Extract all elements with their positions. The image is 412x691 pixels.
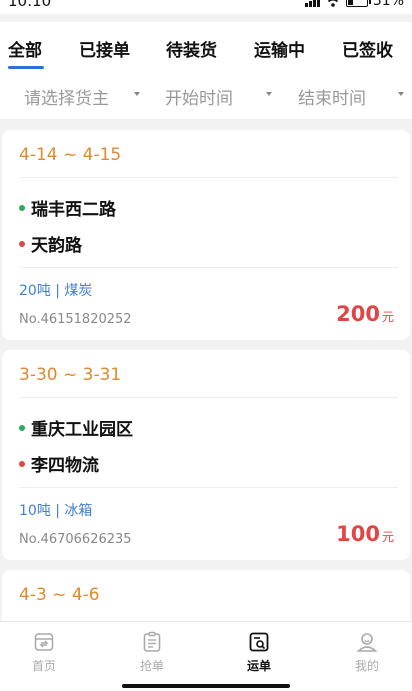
price-value: 100: [336, 522, 380, 546]
battery-icon: [345, 0, 371, 7]
origin-dot-icon: [19, 204, 25, 211]
nav-label: 运单: [246, 659, 271, 673]
price-unit: 元: [381, 310, 394, 324]
status-bar: 10:10 31%: [0, 0, 412, 14]
tab-accepted[interactable]: 已接单: [79, 36, 130, 61]
nav-profile[interactable]: 我的: [337, 630, 397, 674]
order-price: 100 元: [336, 522, 394, 546]
home-indicator: [122, 684, 290, 688]
battery-percent: 31%: [372, 0, 404, 9]
nav-label: 我的: [354, 659, 379, 673]
divider: [19, 267, 398, 268]
active-tab-indicator: [8, 66, 44, 69]
signal-icon: [304, 0, 320, 7]
cargo-info: 10吨 | 冰箱: [19, 503, 93, 519]
order-number: No.46706626235: [19, 532, 132, 547]
home-box-icon: [34, 633, 54, 651]
tab-awaiting-loading[interactable]: 待装货: [166, 36, 217, 61]
order-card[interactable]: 4-14 ~ 4-15 瑞丰西二路 天韵路 20吨 | 煤炭 No.461518…: [2, 130, 410, 340]
order-origin: 重庆工业园区: [19, 415, 133, 440]
shipper-select[interactable]: 请选择货主: [24, 84, 109, 109]
wifi-icon: [327, 0, 338, 7]
destination-label: 李四物流: [31, 456, 99, 476]
status-tabs: 全部 已接单 待装货 运输中 已签收: [0, 22, 412, 72]
user-icon: [356, 633, 378, 652]
chevron-down-icon: [134, 92, 140, 96]
order-destination: 天韵路: [19, 231, 82, 256]
price-unit: 元: [381, 530, 394, 544]
nav-label: 首页: [31, 659, 56, 673]
battery-fill: [347, 0, 354, 5]
origin-label: 瑞丰西二路: [31, 200, 116, 220]
order-date-range: 4-14 ~ 4-15: [19, 145, 122, 165]
price-value: 200: [336, 302, 380, 326]
destination-dot-icon: [19, 240, 25, 247]
start-time-select[interactable]: 开始时间: [165, 84, 233, 109]
chevron-down-icon: [398, 92, 404, 96]
order-price: 200 元: [336, 302, 394, 326]
nav-home[interactable]: 首页: [14, 630, 74, 674]
origin-label: 重庆工业园区: [31, 420, 133, 440]
divider: [19, 487, 398, 488]
order-number: No.46151820252: [19, 312, 132, 327]
order-destination: 李四物流: [19, 451, 99, 476]
nav-waybill[interactable]: 运单: [229, 630, 289, 674]
tab-in-transit[interactable]: 运输中: [254, 36, 305, 61]
nav-label: 抢单: [139, 659, 164, 673]
divider: [19, 397, 398, 398]
order-card[interactable]: 3-30 ~ 3-31 重庆工业园区 李四物流 10吨 | 冰箱 No.4670…: [2, 350, 410, 560]
order-origin: 瑞丰西二路: [19, 195, 116, 220]
chevron-down-icon: [266, 92, 272, 96]
waybill-search-icon: [249, 632, 269, 652]
origin-dot-icon: [19, 424, 25, 431]
tab-signed[interactable]: 已签收: [342, 36, 393, 61]
destination-label: 天韵路: [31, 236, 82, 256]
clipboard-icon: [143, 631, 161, 652]
status-time: 10:10: [8, 0, 52, 10]
destination-dot-icon: [19, 460, 25, 467]
cargo-info: 20吨 | 煤炭: [19, 283, 93, 299]
tab-all[interactable]: 全部: [8, 36, 42, 61]
end-time-select[interactable]: 结束时间: [298, 84, 366, 109]
order-date-range: 3-30 ~ 3-31: [19, 365, 122, 385]
bottom-navigation: 首页 抢单 运单 我的: [0, 621, 412, 691]
nav-grab-order[interactable]: 抢单: [122, 630, 182, 674]
filter-bar: 请选择货主 开始时间 结束时间: [0, 72, 412, 120]
divider: [19, 177, 398, 178]
status-icons: 31%: [304, 0, 404, 10]
order-date-range: 4-3 ~ 4-6: [19, 585, 100, 605]
